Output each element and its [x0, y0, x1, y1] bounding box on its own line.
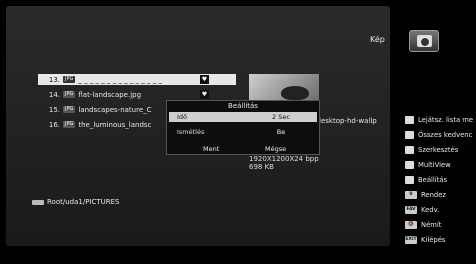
menu-item-label: Kedv. [421, 206, 440, 214]
heart-icon: ♥ [200, 90, 209, 99]
menu-item-edit[interactable]: Szerkesztés [405, 144, 476, 156]
jpg-icon: JPG [63, 106, 76, 113]
file-name: the_luminous_landsc [78, 120, 152, 129]
file-name: landscapes-nature_C [78, 105, 152, 114]
menu-item-label: Rendez [421, 191, 446, 199]
preview-size: 698 KB [249, 163, 274, 171]
file-name: flat-landscape.jpg [78, 90, 142, 99]
menu-item-favorite[interactable]: FAV Kedv. [405, 204, 476, 216]
dialog-title: Beállítás [228, 102, 258, 110]
cancel-button[interactable]: Mégse [265, 145, 286, 153]
settings-dialog: Beállítás Idő 2 Sec Ismétlés Be Ment Még… [166, 100, 320, 155]
dialog-row-label: Ismétlés [177, 128, 205, 136]
file-number: 13. [48, 75, 60, 84]
square-icon [405, 116, 414, 124]
page-title: Kép [370, 35, 385, 44]
menu-item-mute[interactable]: 🔇 Némít [405, 219, 476, 231]
key-0-icon: 0 [405, 191, 417, 199]
file-row[interactable]: 14. JPG flat-landscape.jpg ♥ [38, 89, 238, 100]
preview-filename: lesktop-hd-wallp [319, 117, 377, 125]
square-icon [405, 131, 414, 139]
menu-item-label: Szerkesztés [418, 146, 459, 154]
menu-item-label: Lejátsz. lista me [418, 116, 474, 124]
usb-drive-icon [32, 199, 44, 205]
mute-icon: 🔇 [405, 221, 417, 229]
square-icon [405, 161, 414, 169]
breadcrumb: Root/uda1/PICTURES [32, 198, 120, 206]
jpg-icon: JPG [63, 76, 76, 83]
menu-item-exit[interactable]: EXIT Kilépés [405, 234, 476, 246]
file-row[interactable]: 13. JPG _ _ _ _ _ _ _ _ _ _ _ _ _ _ _ ♥ [38, 74, 236, 85]
preview-info: 1920X1200X24 bpp 698 KB [249, 155, 319, 171]
heart-icon: ♥ [200, 75, 209, 84]
preview-resolution: 1920X1200X24 bpp [249, 155, 319, 163]
key-fav-icon: FAV [405, 206, 417, 214]
file-number: 14. [48, 90, 60, 99]
square-icon [405, 176, 414, 184]
dialog-row-value: Be [276, 128, 286, 136]
square-icon [405, 146, 414, 154]
dialog-row-repeat[interactable]: Ismétlés Be [167, 127, 319, 137]
menu-item-sort[interactable]: 0 Rendez [405, 189, 476, 201]
file-name: _ _ _ _ _ _ _ _ _ _ _ _ _ _ _ [78, 75, 163, 84]
menu-item-multiview[interactable]: MultiView [405, 159, 476, 171]
save-button[interactable]: Ment [203, 145, 219, 153]
key-exit-icon: EXIT [405, 236, 417, 244]
dialog-row-label: Idő [177, 113, 188, 121]
file-number: 16. [48, 120, 60, 129]
dialog-row-value: 2 Sec [272, 113, 290, 121]
file-number: 15. [48, 105, 60, 114]
camera-icon [409, 30, 439, 52]
dialog-row-time[interactable]: Idő 2 Sec [167, 112, 319, 122]
menu-item-settings[interactable]: Beállítás [405, 174, 476, 186]
menu-item-label: MultiView [418, 161, 451, 169]
side-menu: Lejátsz. lista me Összes kedvenc Szerkes… [405, 114, 476, 249]
menu-item-label: Kilépés [421, 236, 446, 244]
jpg-icon: JPG [63, 91, 76, 98]
path-text: Root/uda1/PICTURES [47, 198, 120, 206]
menu-item-playlist[interactable]: Lejátsz. lista me [405, 114, 476, 126]
jpg-icon: JPG [63, 121, 76, 128]
menu-item-label: Beállítás [418, 176, 448, 184]
menu-item-label: Némít [421, 221, 442, 229]
menu-item-all-favorites[interactable]: Összes kedvenc [405, 129, 476, 141]
menu-item-label: Összes kedvenc [418, 131, 473, 139]
